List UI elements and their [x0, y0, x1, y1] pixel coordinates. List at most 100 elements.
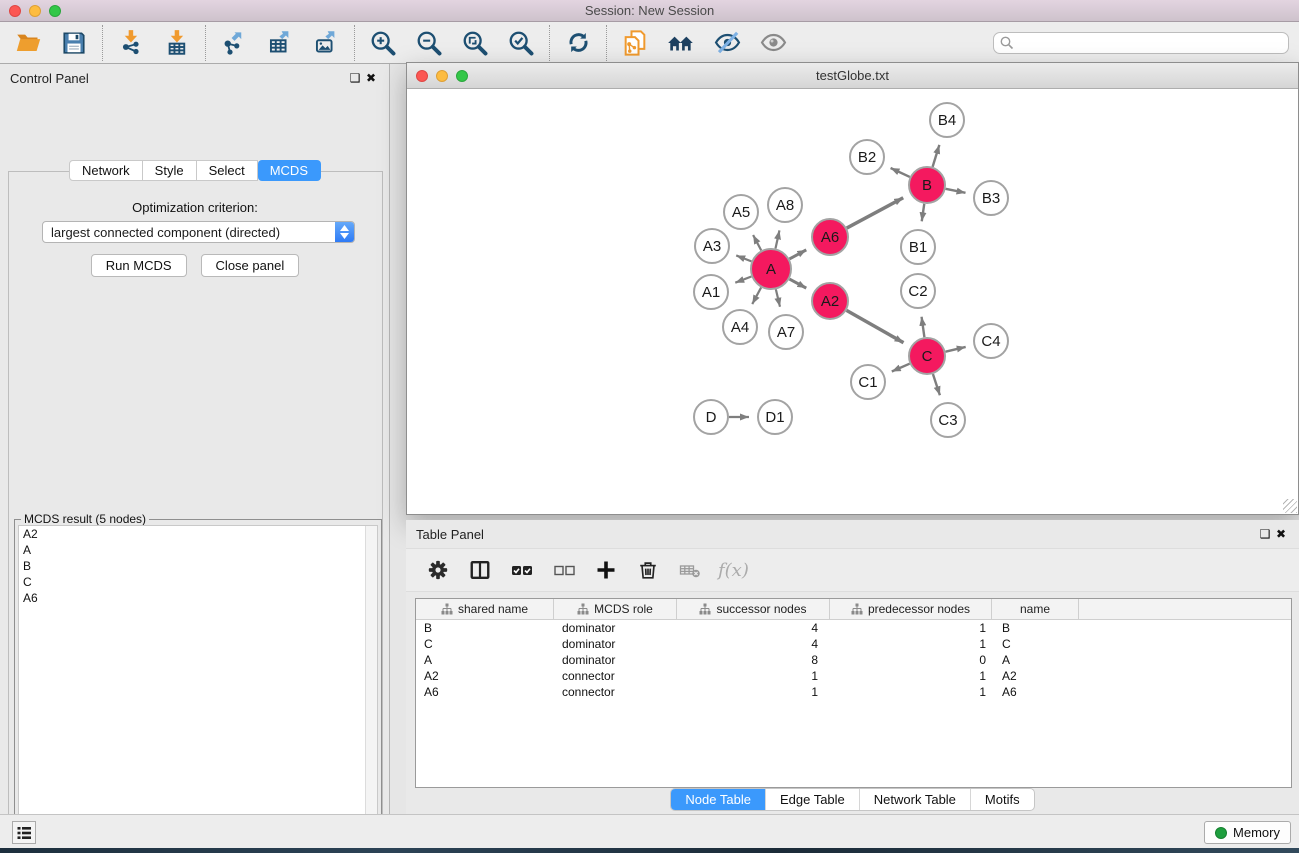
delete-column-icon[interactable]	[634, 556, 662, 584]
search-icon	[999, 35, 1015, 51]
edge-B-B3[interactable]	[946, 189, 966, 193]
node-label-B: B	[922, 177, 932, 194]
table-cell: 1	[677, 684, 830, 700]
tab-motifs[interactable]: Motifs	[970, 789, 1034, 810]
column-header-name[interactable]: name	[992, 599, 1079, 619]
tab-network[interactable]: Network	[69, 160, 143, 181]
network-canvas[interactable]: B4B2BB3A8A5A6A3B1AC2A1A2A4A7C4CC1DD1C3	[407, 89, 1298, 514]
edge-B-B2[interactable]	[891, 168, 910, 177]
edge-C-C1[interactable]	[892, 364, 910, 372]
edge-C-C3[interactable]	[933, 374, 940, 395]
list-item[interactable]: C	[19, 574, 377, 590]
edge-A-A7[interactable]	[776, 289, 780, 306]
result-list-scrollbar[interactable]	[365, 526, 377, 853]
hide-graphics-details-icon[interactable]	[712, 28, 742, 58]
node-label-C4: C4	[981, 333, 1000, 350]
table-row[interactable]: Bdominator41B	[416, 620, 1291, 636]
column-header-filler	[1079, 599, 1291, 619]
table-row[interactable]: A6connector11A6	[416, 684, 1291, 700]
save-session-icon[interactable]	[59, 28, 89, 58]
table-cell: A	[992, 652, 1079, 668]
tab-edge-table[interactable]: Edge Table	[765, 789, 859, 810]
column-header-label: name	[1020, 602, 1050, 616]
refresh-icon[interactable]	[563, 28, 593, 58]
edge-C-C2[interactable]	[922, 317, 925, 337]
edge-A-A6[interactable]	[789, 250, 806, 259]
task-history-button[interactable]	[12, 821, 36, 844]
table-cell: 1	[677, 668, 830, 684]
main-toolbar	[0, 22, 1299, 64]
optimization-criterion-label: Optimization criterion:	[0, 200, 390, 215]
column-header-shared-name[interactable]: shared name	[416, 599, 554, 619]
export-network-icon[interactable]	[219, 28, 249, 58]
select-all-rows-icon[interactable]	[508, 556, 536, 584]
edge-B-B1[interactable]	[922, 204, 925, 221]
float-table-panel-icon[interactable]: ❑	[1257, 526, 1273, 542]
edge-A-A8[interactable]	[775, 230, 779, 248]
close-panel-button[interactable]: Close panel	[201, 254, 300, 277]
app-titlebar: Session: New Session	[0, 0, 1299, 22]
deselect-all-rows-icon[interactable]	[550, 556, 578, 584]
duplicate-network-view-icon[interactable]	[620, 28, 650, 58]
float-panel-icon[interactable]: ❑	[347, 70, 363, 86]
search-input[interactable]	[1015, 34, 1288, 52]
network-graph: B4B2BB3A8A5A6A3B1AC2A1A2A4A7C4CC1DD1C3	[407, 89, 1298, 514]
home-layout-icon[interactable]	[666, 28, 696, 58]
edge-A-A1[interactable]	[735, 277, 751, 283]
close-panel-icon[interactable]: ✖	[363, 70, 379, 86]
table-row[interactable]: Adominator80A	[416, 652, 1291, 668]
memory-label: Memory	[1233, 825, 1280, 840]
list-item[interactable]: A6	[19, 590, 377, 606]
close-table-panel-icon[interactable]: ✖	[1273, 526, 1289, 542]
table-cell: A2	[416, 668, 554, 684]
import-table-icon[interactable]	[162, 28, 192, 58]
column-header-mcds-role[interactable]: MCDS role	[554, 599, 677, 619]
edge-A-A3[interactable]	[736, 255, 751, 261]
tab-mcds[interactable]: MCDS	[258, 160, 321, 181]
show-graphics-details-icon[interactable]	[758, 28, 788, 58]
list-item[interactable]: B	[19, 558, 377, 574]
edge-A-A4[interactable]	[752, 288, 761, 305]
edge-C-C4[interactable]	[945, 347, 965, 352]
table-row[interactable]: A2connector11A2	[416, 668, 1291, 684]
edge-A-A2[interactable]	[789, 279, 806, 288]
edge-A6-B[interactable]	[847, 198, 903, 228]
node-label-A8: A8	[776, 197, 794, 214]
open-folder-icon[interactable]	[13, 28, 43, 58]
tab-node-table[interactable]: Node Table	[671, 789, 765, 810]
zoom-selected-icon[interactable]	[506, 28, 536, 58]
column-settings-gear-icon[interactable]	[424, 556, 452, 584]
edge-B-B4[interactable]	[933, 145, 940, 167]
show-columns-icon[interactable]	[466, 556, 494, 584]
optimization-criterion-dropdown[interactable]: largest connected component (directed)	[42, 221, 355, 243]
import-network-icon[interactable]	[116, 28, 146, 58]
zoom-fit-icon[interactable]	[460, 28, 490, 58]
list-item[interactable]: A2	[19, 526, 377, 542]
function-builder-icon[interactable]: f(x)	[718, 560, 749, 581]
node-label-B2: B2	[858, 149, 876, 166]
network-window-title: testGlobe.txt	[407, 68, 1298, 83]
column-header-predecessor-nodes[interactable]: predecessor nodes	[830, 599, 992, 619]
export-table-icon[interactable]	[265, 28, 295, 58]
list-item[interactable]: A	[19, 542, 377, 558]
node-label-A7: A7	[777, 324, 795, 341]
edge-A2-C[interactable]	[847, 310, 904, 342]
zoom-out-icon[interactable]	[414, 28, 444, 58]
memory-button[interactable]: Memory	[1204, 821, 1291, 844]
control-panel-tabs: NetworkStyleSelectMCDS	[0, 160, 390, 181]
window-resize-grip[interactable]	[1283, 499, 1297, 513]
edge-A-A5[interactable]	[753, 235, 761, 250]
table-cell: C	[416, 636, 554, 652]
delete-table-icon[interactable]	[676, 556, 704, 584]
tab-style[interactable]: Style	[143, 160, 197, 181]
control-panel-title: Control Panel	[10, 71, 89, 86]
export-image-icon[interactable]	[311, 28, 341, 58]
run-mcds-button[interactable]: Run MCDS	[91, 254, 187, 277]
tab-network-table[interactable]: Network Table	[859, 789, 970, 810]
tab-select[interactable]: Select	[197, 160, 258, 181]
mcds-result-list: A2ABCA6	[18, 525, 378, 853]
column-header-successor-nodes[interactable]: successor nodes	[677, 599, 830, 619]
zoom-in-icon[interactable]	[368, 28, 398, 58]
add-column-icon[interactable]	[592, 556, 620, 584]
table-row[interactable]: Cdominator41C	[416, 636, 1291, 652]
